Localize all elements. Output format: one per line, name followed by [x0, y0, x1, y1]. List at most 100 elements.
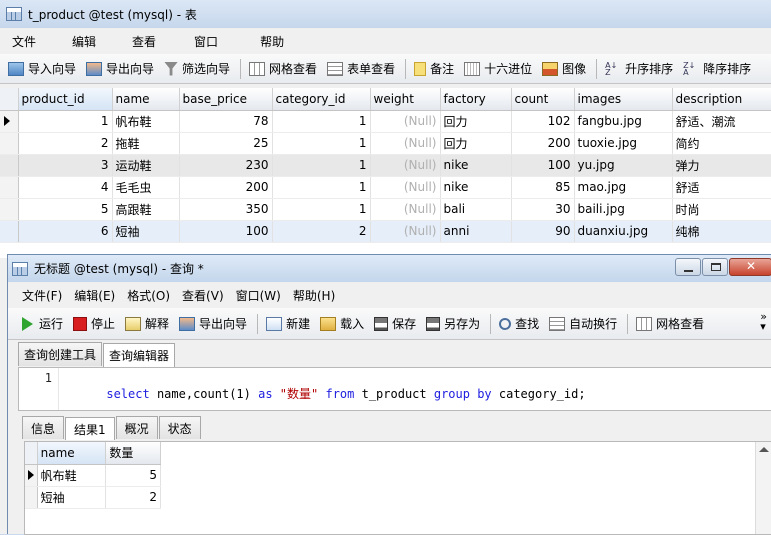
cell-count[interactable]: 200 — [511, 132, 575, 155]
cell-category-id[interactable]: 1 — [272, 176, 371, 199]
cell-name[interactable]: 运动鞋 — [112, 154, 180, 177]
export-wizard-button[interactable]: 导出向导 — [179, 315, 247, 332]
cell-factory[interactable]: nike — [440, 176, 512, 199]
cell-weight[interactable]: (Null) — [370, 198, 441, 221]
cell-weight[interactable]: (Null) — [370, 154, 441, 177]
table-row[interactable]: 5 高跟鞋 350 1 (Null) bali 30 baili.jpg 时尚 — [0, 198, 771, 221]
cell-base-price[interactable]: 78 — [179, 110, 273, 133]
cell-description[interactable]: 纯棉 — [672, 220, 771, 243]
tab-query-builder[interactable]: 查询创建工具 — [18, 342, 103, 366]
cell-base-price[interactable]: 100 — [179, 220, 273, 243]
sql-editor[interactable]: 1 select name,count(1) as "数量" from t_pr… — [18, 367, 771, 411]
cell-factory[interactable]: nike — [440, 154, 512, 177]
cell-product-id[interactable]: 6 — [18, 220, 113, 243]
cell-base-price[interactable]: 25 — [179, 132, 273, 155]
cell-images[interactable]: baili.jpg — [574, 198, 673, 221]
column-header[interactable]: name — [112, 88, 180, 111]
menu-view[interactable]: 查看 — [120, 33, 182, 50]
table-row[interactable]: 3 运动鞋 230 1 (Null) nike 100 yu.jpg 弹力 — [0, 154, 771, 177]
cell-product-id[interactable]: 5 — [18, 198, 113, 221]
column-header[interactable]: description — [672, 88, 771, 111]
cell-images[interactable]: yu.jpg — [574, 154, 673, 177]
column-header[interactable]: name — [37, 442, 107, 465]
sort-desc-button[interactable]: Z↓ A 降序排序 — [683, 60, 751, 77]
cell-product-id[interactable]: 1 — [18, 110, 113, 133]
cell-product-id[interactable]: 2 — [18, 132, 113, 155]
explain-button[interactable]: 解释 — [125, 315, 169, 332]
cell-count[interactable]: 2 — [105, 486, 161, 509]
cell-factory[interactable]: bali — [440, 198, 512, 221]
tab-status[interactable]: 状态 — [158, 416, 201, 439]
vertical-scrollbar[interactable] — [755, 442, 771, 534]
tab-info[interactable]: 信息 — [22, 416, 65, 439]
memo-button[interactable]: 备注 — [414, 60, 454, 77]
table-row[interactable]: 2 拖鞋 25 1 (Null) 回力 200 tuoxie.jpg 简约 — [0, 132, 771, 155]
menu-window[interactable]: 窗口(W) — [230, 287, 287, 304]
cell-category-id[interactable]: 2 — [272, 220, 371, 243]
cell-category-id[interactable]: 1 — [272, 132, 371, 155]
column-header[interactable]: product_id — [18, 88, 113, 111]
cell-name[interactable]: 短袖 — [112, 220, 180, 243]
close-button[interactable]: ✕ — [729, 258, 771, 276]
cell-factory[interactable]: 回力 — [440, 132, 512, 155]
column-header[interactable]: weight — [370, 88, 441, 111]
menu-edit[interactable]: 编辑 — [60, 33, 120, 50]
cell-base-price[interactable]: 200 — [179, 176, 273, 199]
cell-category-id[interactable]: 1 — [272, 110, 371, 133]
cell-images[interactable]: tuoxie.jpg — [574, 132, 673, 155]
minimize-button[interactable] — [675, 258, 701, 276]
cell-name[interactable]: 毛毛虫 — [112, 176, 180, 199]
cell-category-id[interactable]: 1 — [272, 198, 371, 221]
query-window-titlebar[interactable]: 无标题 @test (mysql) - 查询 * — [8, 255, 771, 282]
column-header[interactable]: base_price — [179, 88, 273, 111]
menu-help[interactable]: 帮助(H) — [287, 287, 341, 304]
cell-count[interactable]: 102 — [511, 110, 575, 133]
cell-name[interactable]: 帆布鞋 — [112, 110, 180, 133]
cell-name[interactable]: 帆布鞋 — [37, 464, 107, 487]
menu-file[interactable]: 文件 — [0, 33, 60, 50]
cell-count[interactable]: 5 — [105, 464, 161, 487]
hex-button[interactable]: 十六进位 — [464, 60, 532, 77]
cell-weight[interactable]: (Null) — [370, 176, 441, 199]
cell-name[interactable]: 短袖 — [37, 486, 107, 509]
result-row[interactable]: 帆布鞋 5 — [25, 464, 161, 487]
column-header[interactable]: 数量 — [105, 442, 161, 465]
find-button[interactable]: 查找 — [499, 315, 539, 332]
new-button[interactable]: 新建 — [266, 315, 310, 332]
cell-images[interactable]: mao.jpg — [574, 176, 673, 199]
table-window-titlebar[interactable]: t_product @test (mysql) - 表 — [0, 0, 771, 28]
toolbar-overflow-icon[interactable]: » ▾ — [760, 311, 767, 332]
tab-profile[interactable]: 概况 — [115, 416, 158, 439]
form-view-button[interactable]: 表单查看 — [327, 60, 395, 77]
cell-weight[interactable]: (Null) — [370, 110, 441, 133]
cell-description[interactable]: 舒适、潮流 — [672, 110, 771, 133]
cell-factory[interactable]: anni — [440, 220, 512, 243]
cell-description[interactable]: 时尚 — [672, 198, 771, 221]
stop-button[interactable]: 停止 — [73, 315, 115, 332]
cell-product-id[interactable]: 3 — [18, 154, 113, 177]
sort-asc-button[interactable]: A↓ Z 升序排序 — [605, 60, 673, 77]
column-header[interactable]: factory — [440, 88, 512, 111]
export-wizard-button[interactable]: 导出向导 — [86, 60, 154, 77]
grid-view-button[interactable]: 网格查看 — [249, 60, 317, 77]
cell-name[interactable]: 高跟鞋 — [112, 198, 180, 221]
cell-images[interactable]: fangbu.jpg — [574, 110, 673, 133]
cell-factory[interactable]: 回力 — [440, 110, 512, 133]
table-row[interactable]: 4 毛毛虫 200 1 (Null) nike 85 mao.jpg 舒适 — [0, 176, 771, 199]
filter-wizard-button[interactable]: 筛选向导 — [164, 60, 230, 77]
scroll-up-icon[interactable] — [759, 447, 769, 452]
cell-description[interactable]: 舒适 — [672, 176, 771, 199]
table-row[interactable]: 6 短袖 100 2 (Null) anni 90 duanxiu.jpg 纯棉 — [0, 220, 771, 243]
cell-description[interactable]: 弹力 — [672, 154, 771, 177]
grid-view-button[interactable]: 网格查看 — [636, 315, 704, 332]
tab-result1[interactable]: 结果1 — [65, 417, 115, 440]
save-button[interactable]: 保存 — [374, 315, 416, 332]
column-header[interactable]: category_id — [272, 88, 371, 111]
table-row[interactable]: 1 帆布鞋 78 1 (Null) 回力 102 fangbu.jpg 舒适、潮… — [0, 110, 771, 133]
cell-base-price[interactable]: 350 — [179, 198, 273, 221]
menu-help[interactable]: 帮助 — [248, 33, 296, 50]
save-as-button[interactable]: 另存为 — [426, 315, 480, 332]
cell-description[interactable]: 简约 — [672, 132, 771, 155]
cell-count[interactable]: 90 — [511, 220, 575, 243]
cell-weight[interactable]: (Null) — [370, 132, 441, 155]
